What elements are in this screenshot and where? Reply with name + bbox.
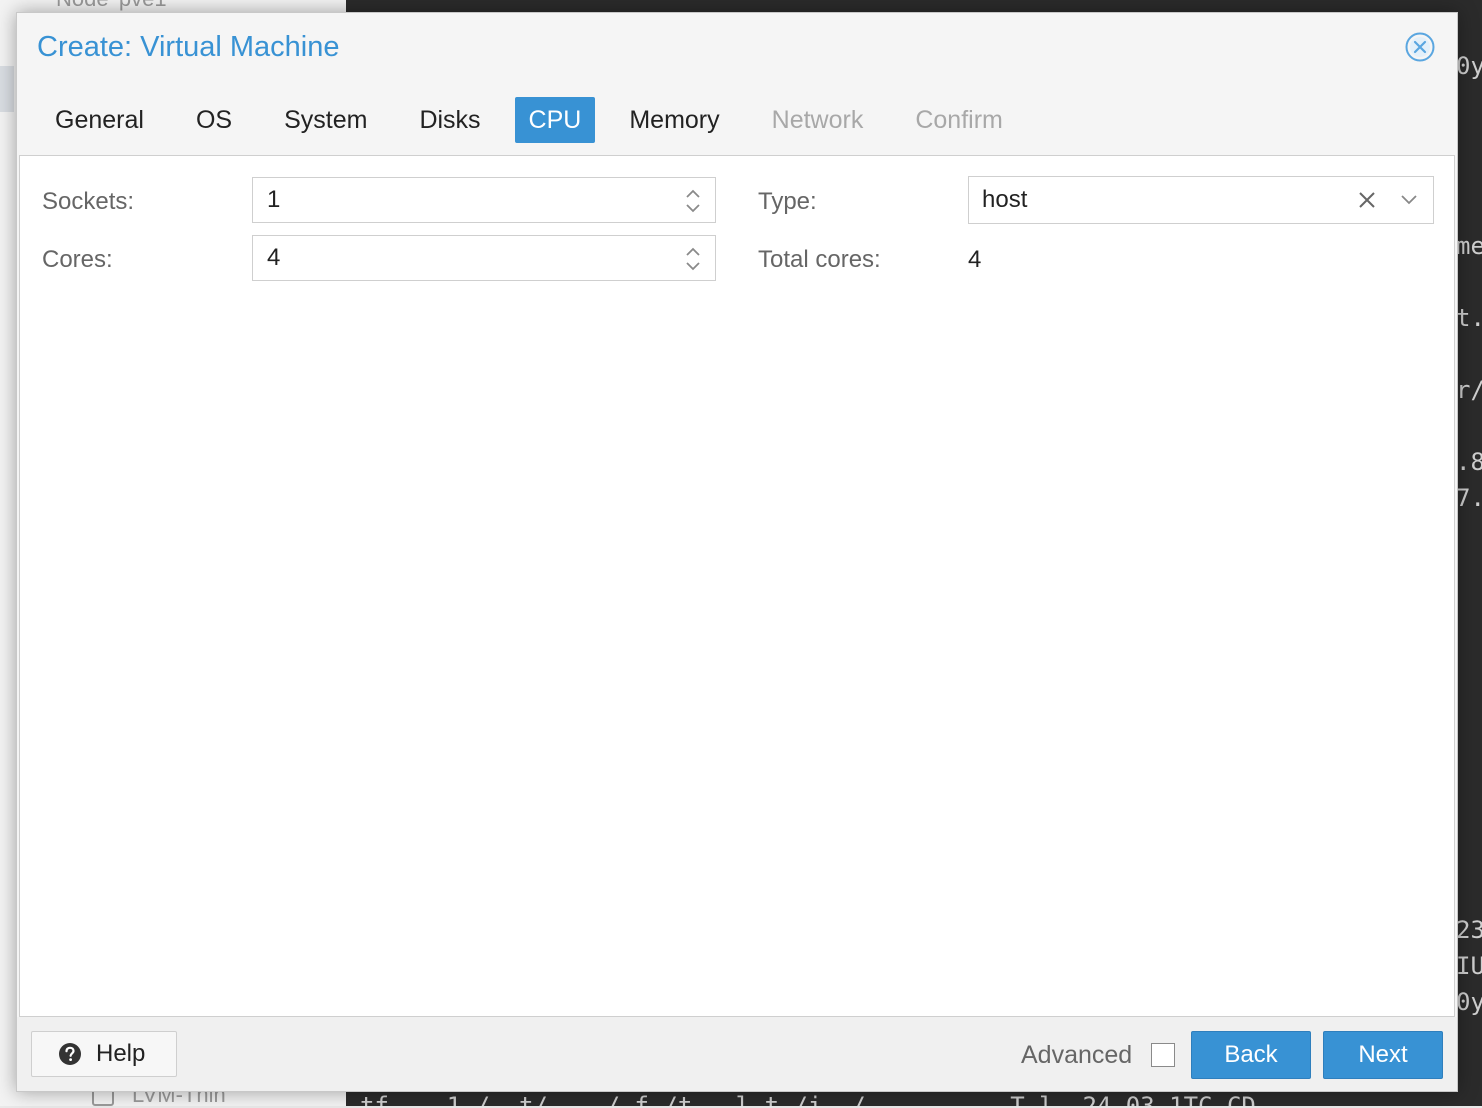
total-cores-label: Total cores: [758,246,881,273]
help-button[interactable]: Help [31,1031,177,1077]
console-line: IU [1456,952,1482,980]
tab-cpu[interactable]: CPU [514,97,596,143]
create-vm-dialog: Create: Virtual Machine General OS Syste… [16,12,1458,1092]
dialog-footer: Help Advanced Back Next [17,1017,1457,1091]
tab-network: Network [771,106,864,134]
cpu-type-combobox[interactable]: host [968,176,1434,224]
question-circle-icon [59,1043,81,1065]
back-button[interactable]: Back [1191,1031,1311,1079]
advanced-checkbox[interactable] [1151,1043,1175,1067]
tab-confirm: Confirm [915,106,1003,134]
console-line: t. [1456,304,1482,332]
tab-memory[interactable]: Memory [611,97,737,143]
console-line: 0y [1456,988,1482,1016]
cores-spinner[interactable]: 4 [252,235,716,281]
clear-x-icon[interactable] [1357,190,1377,210]
cpu-form-panel: Sockets: 1 Cores: 4 Type: host Total cor… [19,155,1455,1017]
help-label: Help [96,1040,146,1067]
total-cores-value: 4 [968,246,982,273]
cpu-type-value: host [982,186,1028,213]
spinner-arrows-icon[interactable] [683,186,703,216]
tree-selection-strip [0,66,14,112]
background-node-label: Node 'pve1' [56,0,171,12]
sockets-spinner[interactable]: 1 [252,177,716,223]
close-circle-icon [1405,32,1435,62]
tab-system[interactable]: System [266,97,385,143]
spinner-arrows-icon[interactable] [683,244,703,274]
cores-value: 4 [267,244,281,271]
advanced-label: Advanced [1021,1041,1133,1069]
chevron-down-icon[interactable] [1399,193,1419,207]
sockets-label: Sockets: [42,188,135,215]
console-line: me [1456,232,1482,260]
wizard-tabs: General OS System Disks CPU Memory Netwo… [37,97,1037,143]
console-line: 0y [1456,52,1482,80]
tab-general[interactable]: General [37,97,162,143]
dialog-title: Create: Virtual Machine [37,31,340,63]
cores-label: Cores: [42,246,113,273]
console-line: .8 [1456,448,1482,476]
sockets-value: 1 [267,186,281,213]
next-button[interactable]: Next [1323,1031,1443,1079]
tab-disks[interactable]: Disks [401,97,498,143]
console-line: tf 1 / t/ / f /t l t /i / T l 24 03 1TC … [360,1092,1256,1106]
tab-os[interactable]: OS [178,97,250,143]
console-line: 7. [1456,484,1482,512]
console-line: 23 [1456,916,1482,944]
console-line: r/ [1456,376,1482,404]
type-label: Type: [758,188,817,215]
close-button[interactable] [1405,32,1435,62]
